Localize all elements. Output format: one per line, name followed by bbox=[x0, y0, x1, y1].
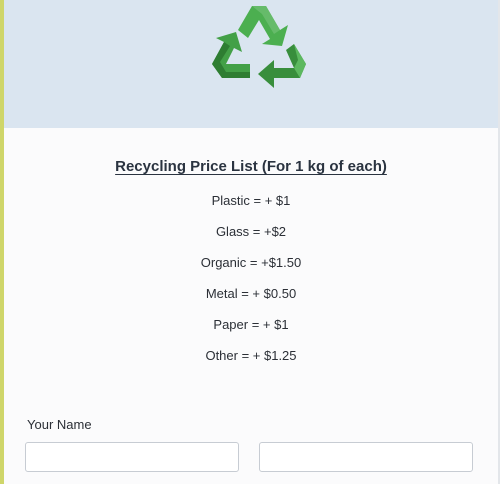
first-name-input[interactable] bbox=[25, 442, 239, 472]
your-name-label: Your Name bbox=[27, 417, 92, 432]
price-item-metal: Metal = + $0.50 bbox=[205, 286, 297, 301]
price-item-glass: Glass = +$2 bbox=[215, 224, 287, 239]
price-list-title: Recycling Price List (For 1 kg of each) bbox=[115, 158, 387, 175]
header-banner bbox=[4, 0, 498, 128]
price-list: Plastic = + $1 Glass = +$2 Organic = +$1… bbox=[4, 192, 498, 378]
form-content: Recycling Price List (For 1 kg of each) … bbox=[4, 128, 498, 484]
price-item-organic: Organic = +$1.50 bbox=[200, 255, 302, 270]
price-item-paper: Paper = + $1 bbox=[213, 317, 289, 332]
form-page: Recycling Price List (For 1 kg of each) … bbox=[0, 0, 500, 484]
last-name-input[interactable] bbox=[259, 442, 473, 472]
price-item-other: Other = + $1.25 bbox=[205, 348, 297, 363]
price-item-plastic: Plastic = + $1 bbox=[211, 193, 291, 208]
recycling-symbol-icon bbox=[200, 0, 308, 104]
